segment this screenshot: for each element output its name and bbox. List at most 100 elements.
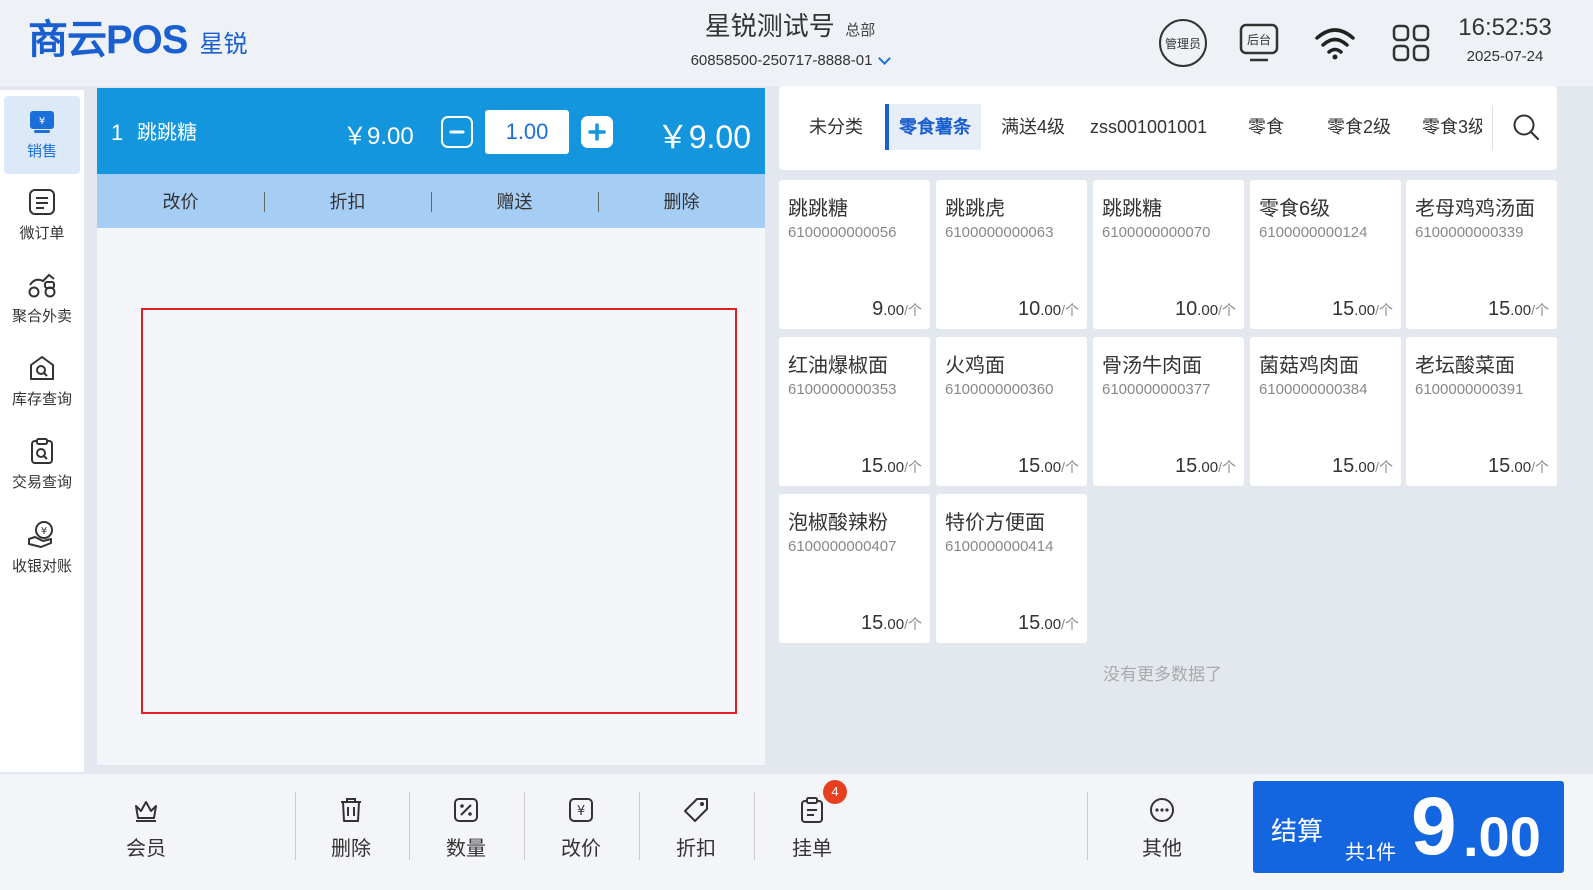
checkout-button[interactable]: 结算 共1件 9 .00 <box>1253 781 1564 873</box>
cart-discount-button[interactable]: 折扣 <box>264 188 431 214</box>
plus-icon <box>588 123 606 141</box>
category-tab[interactable]: 满送4级 <box>1001 104 1065 150</box>
checkout-item-count: 共1件 <box>1345 842 1397 864</box>
other-button[interactable]: 其他 <box>1112 796 1212 861</box>
product-card[interactable]: 老母鸡鸡汤面 6100000000339 15.00/个 <box>1406 180 1557 329</box>
product-name: 跳跳虎 <box>945 198 1005 220</box>
sidebar-item-label: 微订单 <box>19 225 65 242</box>
product-name: 零食6级 <box>1259 198 1331 220</box>
product-code: 6100000000124 <box>1259 224 1368 241</box>
delete-button[interactable]: 删除 <box>301 796 401 861</box>
divider <box>639 792 640 860</box>
sidebar-item-label: 收银对账 <box>11 558 72 575</box>
product-code: 6100000000377 <box>1102 381 1211 398</box>
apps-button[interactable] <box>1386 18 1436 68</box>
qty-decrease-button[interactable] <box>441 116 473 148</box>
sidebar-nav: ¥ 销售 微订单 聚合外卖 库存查询 交易查询 ¥ 收银对账 <box>0 90 84 772</box>
backend-button[interactable]: 后台 <box>1234 18 1284 68</box>
product-card[interactable]: 跳跳虎 6100000000063 10.00/个 <box>936 180 1087 329</box>
product-price: 15.00/个 <box>861 612 922 634</box>
product-code: 6100000000384 <box>1259 381 1368 398</box>
change-price-button[interactable]: ¥ 改价 <box>531 796 631 861</box>
member-crown-icon <box>135 801 157 822</box>
product-name: 红油爆椒面 <box>788 355 888 377</box>
cart-item-row[interactable]: 1 跳跳糖 ￥9.00 ￥9.00 <box>97 88 765 174</box>
sidebar-item-inventory[interactable]: 库存查询 <box>0 340 84 423</box>
sidebar-item-sales[interactable]: ¥ 销售 <box>4 96 80 174</box>
product-name: 老坛酸菜面 <box>1415 355 1515 377</box>
admin-button[interactable]: 管理员 <box>1158 18 1208 68</box>
discount-label: 折扣 <box>676 838 716 860</box>
product-card[interactable]: 泡椒酸辣粉 6100000000407 15.00/个 <box>779 494 930 643</box>
product-card[interactable]: 红油爆椒面 6100000000353 15.00/个 <box>779 337 930 486</box>
price-tag-yen-icon: ¥ <box>569 798 593 822</box>
svg-text:¥: ¥ <box>39 116 45 127</box>
divider <box>754 792 755 860</box>
product-price: 10.00/个 <box>1018 298 1079 320</box>
sales-icon: ¥ <box>30 110 54 133</box>
product-card[interactable]: 跳跳糖 6100000000070 10.00/个 <box>1093 180 1244 329</box>
sidebar-item-label: 聚合外卖 <box>11 308 72 325</box>
product-card[interactable]: 特价方便面 6100000000414 15.00/个 <box>936 494 1087 643</box>
product-card[interactable]: 老坛酸菜面 6100000000391 15.00/个 <box>1406 337 1557 486</box>
sidebar-item-label: 交易查询 <box>11 474 72 491</box>
divider <box>1087 792 1088 860</box>
highlight-box <box>141 308 737 714</box>
product-code: 6100000000339 <box>1415 224 1524 241</box>
grid-icon <box>1392 24 1430 62</box>
hold-count-badge: 4 <box>823 780 847 804</box>
header: 商云POS 星锐 星锐测试号 总部 60858500-250717-8888-0… <box>0 0 1593 86</box>
svg-text:¥: ¥ <box>41 526 47 537</box>
product-card[interactable]: 跳跳糖 6100000000056 9.00/个 <box>779 180 930 329</box>
product-card[interactable]: 菌菇鸡肉面 6100000000384 15.00/个 <box>1250 337 1401 486</box>
cart-gift-button[interactable]: 赠送 <box>431 188 598 214</box>
product-card[interactable]: 火鸡面 6100000000360 15.00/个 <box>936 337 1087 486</box>
product-name: 特价方便面 <box>945 512 1045 534</box>
product-name: 菌菇鸡肉面 <box>1259 355 1359 377</box>
cart-change-price-button[interactable]: 改价 <box>97 188 264 214</box>
category-tab-active[interactable]: 零食薯条 <box>885 104 981 150</box>
category-tab[interactable]: 零食3级 <box>1422 104 1482 150</box>
sidebar-item-label: 销售 <box>26 142 57 160</box>
category-tab[interactable]: zss001001001 <box>1090 104 1207 150</box>
sidebar-item-delivery[interactable]: 聚合外卖 <box>0 257 84 340</box>
product-code: 6100000000353 <box>788 381 897 398</box>
product-card[interactable]: 骨汤牛肉面 6100000000377 15.00/个 <box>1093 337 1244 486</box>
category-tab[interactable]: 未分类 <box>809 104 863 150</box>
divider <box>409 792 410 860</box>
chevron-down-icon[interactable] <box>878 51 892 65</box>
cart-item-name: 跳跳糖 <box>137 122 197 144</box>
product-name: 跳跳糖 <box>788 198 848 220</box>
admin-label: 管理员 <box>1159 19 1207 67</box>
inventory-search-icon <box>30 356 54 380</box>
cart-delete-button[interactable]: 删除 <box>598 188 765 214</box>
tag-icon <box>684 798 708 822</box>
product-card[interactable]: 零食6级 6100000000124 15.00/个 <box>1250 180 1401 329</box>
hold-order-button[interactable]: 挂单 4 <box>762 780 862 861</box>
micro-order-icon <box>29 189 55 215</box>
store-selector[interactable]: 星锐测试号 总部 60858500-250717-8888-01 <box>640 8 940 69</box>
checkout-amount-dec: .00 <box>1463 805 1541 868</box>
sidebar-item-reconcile[interactable]: ¥ 收银对账 <box>0 506 84 589</box>
category-tab[interactable]: 零食2级 <box>1327 104 1391 150</box>
store-tag: 总部 <box>845 22 876 39</box>
cart-item-actions: 改价 折扣 赠送 删除 <box>97 174 765 228</box>
discount-button[interactable]: 折扣 <box>646 796 746 861</box>
sidebar-item-transactions[interactable]: 交易查询 <box>0 423 84 506</box>
quantity-icon <box>454 798 478 822</box>
member-button[interactable]: 会员 <box>96 796 196 861</box>
sidebar-item-micro-order[interactable]: 微订单 <box>0 174 84 257</box>
wifi-status[interactable] <box>1310 18 1360 68</box>
product-price: 15.00/个 <box>1488 298 1549 320</box>
quantity-button[interactable]: 数量 <box>416 796 516 861</box>
category-tab[interactable]: 零食 <box>1248 104 1284 150</box>
product-price: 15.00/个 <box>1175 455 1236 477</box>
product-price: 9.00/个 <box>872 298 922 320</box>
reconcile-icon: ¥ <box>28 521 53 548</box>
other-label: 其他 <box>1142 838 1182 860</box>
qty-input[interactable] <box>485 110 569 154</box>
qty-increase-button[interactable] <box>581 116 613 148</box>
minus-icon <box>449 130 465 134</box>
category-search-button[interactable] <box>1511 112 1541 147</box>
delete-label: 删除 <box>331 838 371 860</box>
